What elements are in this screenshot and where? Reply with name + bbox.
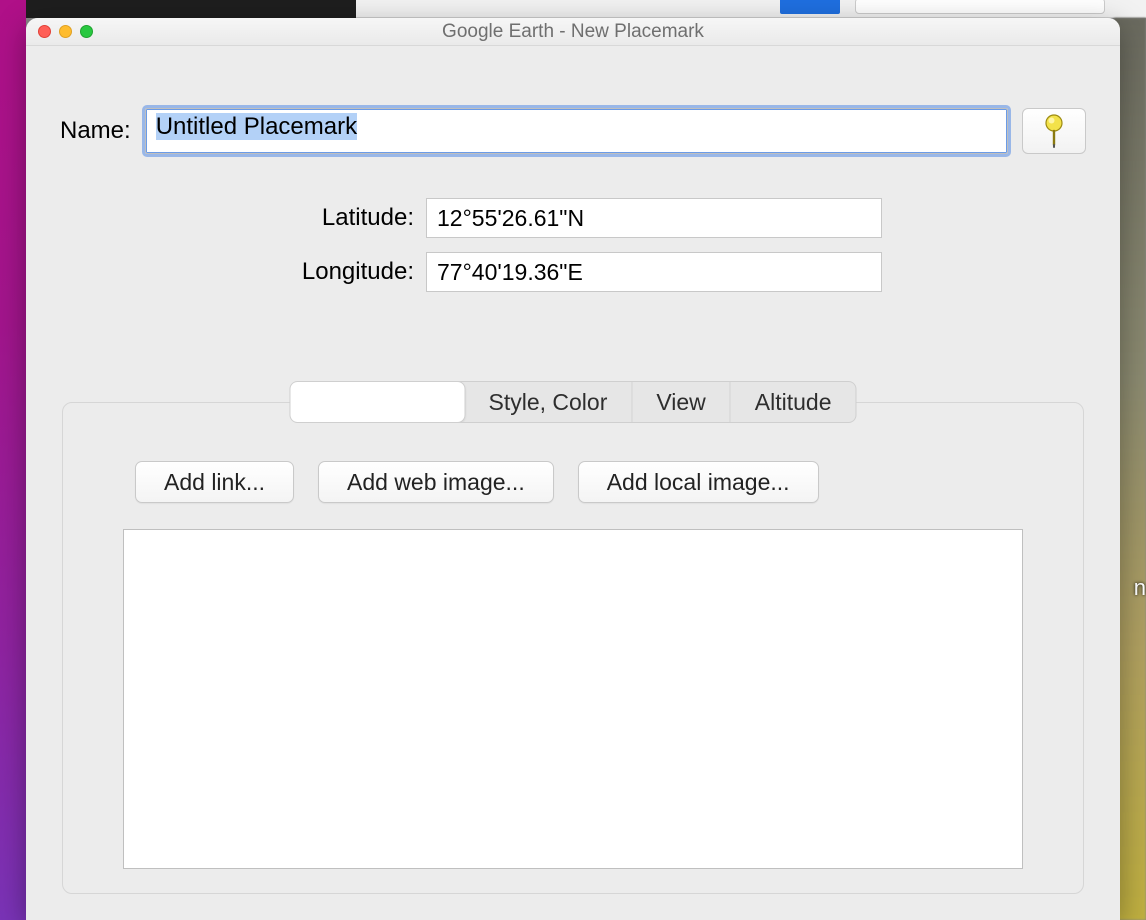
minimize-window-button[interactable] (59, 25, 72, 38)
tab-style-color[interactable]: Style, Color (464, 382, 632, 422)
zoom-window-button[interactable] (80, 25, 93, 38)
tab-area: Style, Color View Altitude Add link... A… (62, 402, 1084, 894)
titlebar: Google Earth - New Placemark (26, 18, 1120, 46)
background-panel-dark (26, 0, 356, 18)
coordinates-block: Latitude: Longitude: (26, 198, 1120, 292)
window-controls (38, 25, 93, 38)
latitude-row: Latitude: (26, 198, 1120, 238)
add-local-image-label: Add local image... (607, 469, 790, 496)
tab-altitude-label: Altitude (755, 389, 832, 416)
name-row: Name: Untitled Placemark (60, 108, 1086, 154)
placemark-icon-button[interactable] (1022, 108, 1086, 154)
description-buttons-row: Add link... Add web image... Add local i… (135, 461, 1023, 503)
tab-view-label: View (656, 389, 705, 416)
pushpin-icon (1041, 114, 1067, 148)
tabbar: Style, Color View Altitude (289, 381, 856, 423)
add-link-label: Add link... (164, 469, 265, 496)
latitude-input[interactable] (426, 198, 882, 238)
tab-panel-description: Add link... Add web image... Add local i… (62, 402, 1084, 894)
longitude-input[interactable] (426, 252, 882, 292)
latitude-label: Latitude: (26, 204, 426, 232)
tab-altitude[interactable]: Altitude (731, 382, 856, 422)
add-local-image-button[interactable]: Add local image... (578, 461, 819, 503)
longitude-label: Longitude: (26, 258, 426, 286)
name-input[interactable]: Untitled Placemark (145, 108, 1008, 154)
desktop-wallpaper-strip (0, 0, 26, 920)
add-link-button[interactable]: Add link... (135, 461, 294, 503)
tab-style-color-label: Style, Color (488, 389, 607, 416)
name-input-value: Untitled Placemark (156, 113, 357, 140)
add-web-image-label: Add web image... (347, 469, 525, 496)
tab-view[interactable]: View (632, 382, 730, 422)
longitude-row: Longitude: (26, 252, 1120, 292)
dialog-content: Name: Untitled Placemark Latitude: (26, 108, 1120, 894)
description-textarea[interactable] (123, 529, 1023, 869)
name-label: Name: (60, 117, 131, 145)
close-window-button[interactable] (38, 25, 51, 38)
add-web-image-button[interactable]: Add web image... (318, 461, 554, 503)
new-placemark-dialog: Google Earth - New Placemark Name: Untit… (26, 18, 1120, 920)
tab-description[interactable] (289, 381, 465, 423)
background-toolbar-button (780, 0, 840, 14)
window-title: Google Earth - New Placemark (26, 21, 1120, 43)
background-toolbar-group (855, 0, 1105, 14)
